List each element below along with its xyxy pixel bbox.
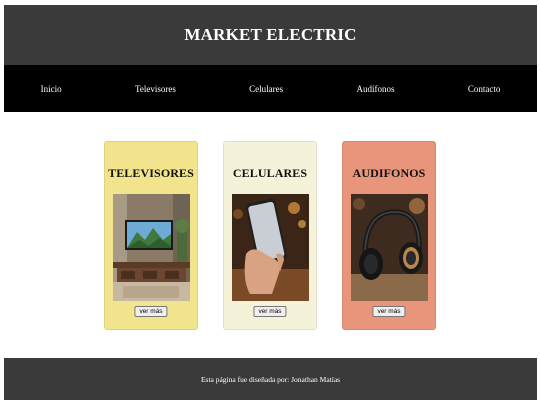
nav-item-audifonos[interactable]: Audífonos [351, 80, 401, 98]
nav-item-inicio[interactable]: Inicio [35, 80, 68, 98]
card-audifonos: AUDIFONOS ver más [342, 141, 436, 330]
card-title: TELEVISORES [108, 166, 194, 180]
card-title: CELULARES [232, 166, 308, 180]
headphones-photo [351, 194, 428, 301]
ver-mas-button[interactable]: ver más [253, 306, 287, 317]
phone-photo [232, 194, 309, 301]
phone-image [232, 194, 309, 301]
site-header: MARKET ELECTRIC [4, 5, 537, 65]
site-title: MARKET ELECTRIC [184, 25, 357, 44]
main-nav: Inicio Televisores Celulares Audífonos C… [4, 65, 537, 112]
nav-item-contacto[interactable]: Contacto [462, 80, 507, 98]
nav-item-televisores[interactable]: Televisores [129, 80, 182, 98]
ver-mas-button[interactable]: ver más [134, 306, 168, 317]
site-footer: Esta página fue diseñada por: Jonathan M… [4, 358, 537, 400]
tv-image [113, 194, 190, 301]
headphones-image [351, 194, 428, 301]
footer-credit: Esta página fue diseñada por: Jonathan M… [200, 374, 341, 384]
card-celulares: CELULARES ver más [223, 141, 317, 330]
product-cards: TELEVISORES ver más CELULARES ver más AU… [0, 141, 540, 331]
card-title: AUDIFONOS [352, 166, 426, 180]
nav-item-celulares[interactable]: Celulares [243, 80, 289, 98]
card-televisores: TELEVISORES ver más [104, 141, 198, 330]
ver-mas-button[interactable]: ver más [372, 306, 406, 317]
tv-photo [113, 194, 190, 301]
